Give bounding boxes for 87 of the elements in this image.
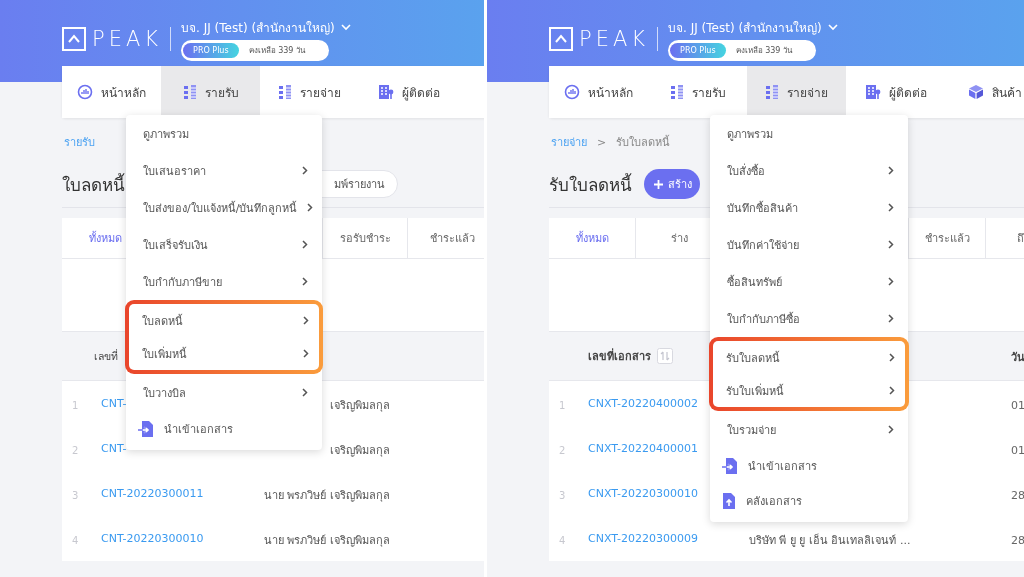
page-title: ใบลดหนี้	[62, 172, 125, 197]
chevron-right-icon	[889, 353, 895, 362]
menu-item[interactable]: ใบเพิ่มหนี้	[129, 337, 319, 370]
menu-item[interactable]: รับใบลดหนี้	[713, 341, 905, 374]
menu-item[interactable]: ใบกำกับภาษีซื้อ	[710, 300, 908, 337]
chevron-right-icon	[888, 203, 894, 212]
remaining-days: คงเหลือ 339 วัน	[248, 43, 305, 57]
date-cell: 01	[1011, 444, 1024, 457]
list-icon	[765, 84, 779, 100]
cube-icon	[967, 84, 984, 100]
row-number: 4	[559, 535, 566, 546]
chevron-down-icon	[827, 23, 838, 31]
chevron-right-icon	[888, 425, 894, 434]
nav-tab[interactable]: สินค้า	[945, 66, 1024, 118]
page-title: รับใบลดหนี้	[549, 172, 632, 197]
row-number: 1	[72, 400, 79, 411]
chevron-right-icon	[888, 240, 894, 249]
menu-item[interactable]: คลังเอกสาร	[710, 483, 908, 518]
list-icon	[669, 84, 684, 100]
file-import-icon	[138, 419, 154, 438]
column-header: เลขที่	[94, 348, 118, 364]
breadcrumb-current: รับใบลดหนี้	[616, 134, 671, 151]
file-import-icon	[722, 456, 738, 475]
chevron-right-icon	[889, 386, 895, 395]
date-cell: 28	[1011, 489, 1024, 502]
chevron-down-icon	[340, 23, 351, 31]
menu-item[interactable]: นำเข้าเอกสาร	[126, 411, 322, 446]
chevron-right-icon	[888, 314, 894, 323]
chevron-right-icon	[302, 240, 308, 249]
row-number: 2	[559, 445, 566, 456]
nav-tab[interactable]: ผู้ติดต่อ	[359, 66, 458, 118]
chevron-right-icon	[302, 166, 308, 175]
menu-item[interactable]: ใบวางบิล	[126, 374, 322, 411]
row-number: 4	[72, 535, 79, 546]
list-icon	[182, 84, 197, 100]
chevron-right-icon	[302, 277, 308, 286]
menu-item[interactable]: ใบลดหนี้	[129, 304, 319, 337]
list-icon	[278, 84, 292, 100]
chevron-right-icon	[302, 388, 308, 397]
menu-item[interactable]: รับใบเพิ่มหนี้	[713, 374, 905, 407]
logo: PEAK	[62, 27, 163, 51]
menu-item[interactable]: ใบสั่งซื้อ	[710, 152, 908, 189]
gauge-icon	[77, 84, 93, 100]
building-icon	[864, 84, 881, 100]
nav-tab[interactable]: หน้าหลัก	[62, 66, 161, 118]
menu-item[interactable]: ดูภาพรวม	[710, 115, 908, 152]
chevron-right-icon	[888, 277, 894, 286]
plus-icon	[654, 179, 663, 189]
chevron-right-icon	[307, 203, 314, 212]
menu-item[interactable]: ใบรวมจ่าย	[710, 411, 908, 448]
chevron-right-icon	[888, 166, 894, 175]
nav-tab[interactable]: รายรับ	[161, 66, 260, 118]
menu-item[interactable]: ซื้อสินทรัพย์	[710, 263, 908, 300]
nav-tab[interactable]: หน้าหลัก	[549, 66, 648, 118]
create-button[interactable]: สร้าง	[644, 169, 700, 199]
logo-mark-icon	[62, 27, 86, 51]
chevron-right-icon	[303, 316, 309, 325]
nav-tab[interactable]: รายจ่าย	[747, 66, 846, 118]
contact-name: นาย พรภวิษย์ เจริญพิมลกุล	[264, 488, 390, 502]
sort-icon[interactable]	[657, 348, 673, 364]
contact-name: เจริญพิมลกุล	[330, 398, 390, 412]
plan-badge: PRO Plus	[670, 42, 726, 58]
row-number: 3	[72, 490, 79, 501]
menu-item[interactable]: ดูภาพรวม	[126, 115, 322, 152]
nav-tab[interactable]: ผู้ติดต่อ	[846, 66, 945, 118]
date-cell: 28	[1011, 534, 1024, 547]
gauge-icon	[564, 84, 580, 100]
contact-name: เจริญพิมลกุล	[330, 443, 390, 457]
column-header: เลขที่เอกสาร	[588, 347, 651, 365]
contact-name: นาย พรภวิษย์ เจริญพิมลกุล	[264, 533, 390, 547]
row-number: 2	[72, 445, 79, 456]
logo: PEAK	[549, 27, 650, 51]
nav-tab[interactable]: รายจ่าย	[260, 66, 359, 118]
chevron-right-icon	[303, 349, 309, 358]
date-cell: 01	[1011, 399, 1024, 412]
remaining-days: คงเหลือ 339 วัน	[735, 43, 792, 57]
nav-tab[interactable]: รายรับ	[648, 66, 747, 118]
row-number: 1	[559, 400, 566, 411]
plan-badge: PRO Plus	[183, 42, 239, 58]
logo-mark-icon	[549, 27, 573, 51]
building-icon	[377, 84, 394, 100]
row-number: 3	[559, 490, 566, 501]
breadcrumb-separator: >	[597, 135, 607, 149]
file-upload-icon	[722, 491, 736, 510]
menu-item[interactable]: นำเข้าเอกสาร	[710, 448, 908, 483]
contact-name: บริษัท พี ยู ยู เอ็น อินเทลลิเจนท์ ...	[749, 533, 911, 547]
menu-item[interactable]: ใบกำกับภาษีขาย	[126, 263, 322, 300]
